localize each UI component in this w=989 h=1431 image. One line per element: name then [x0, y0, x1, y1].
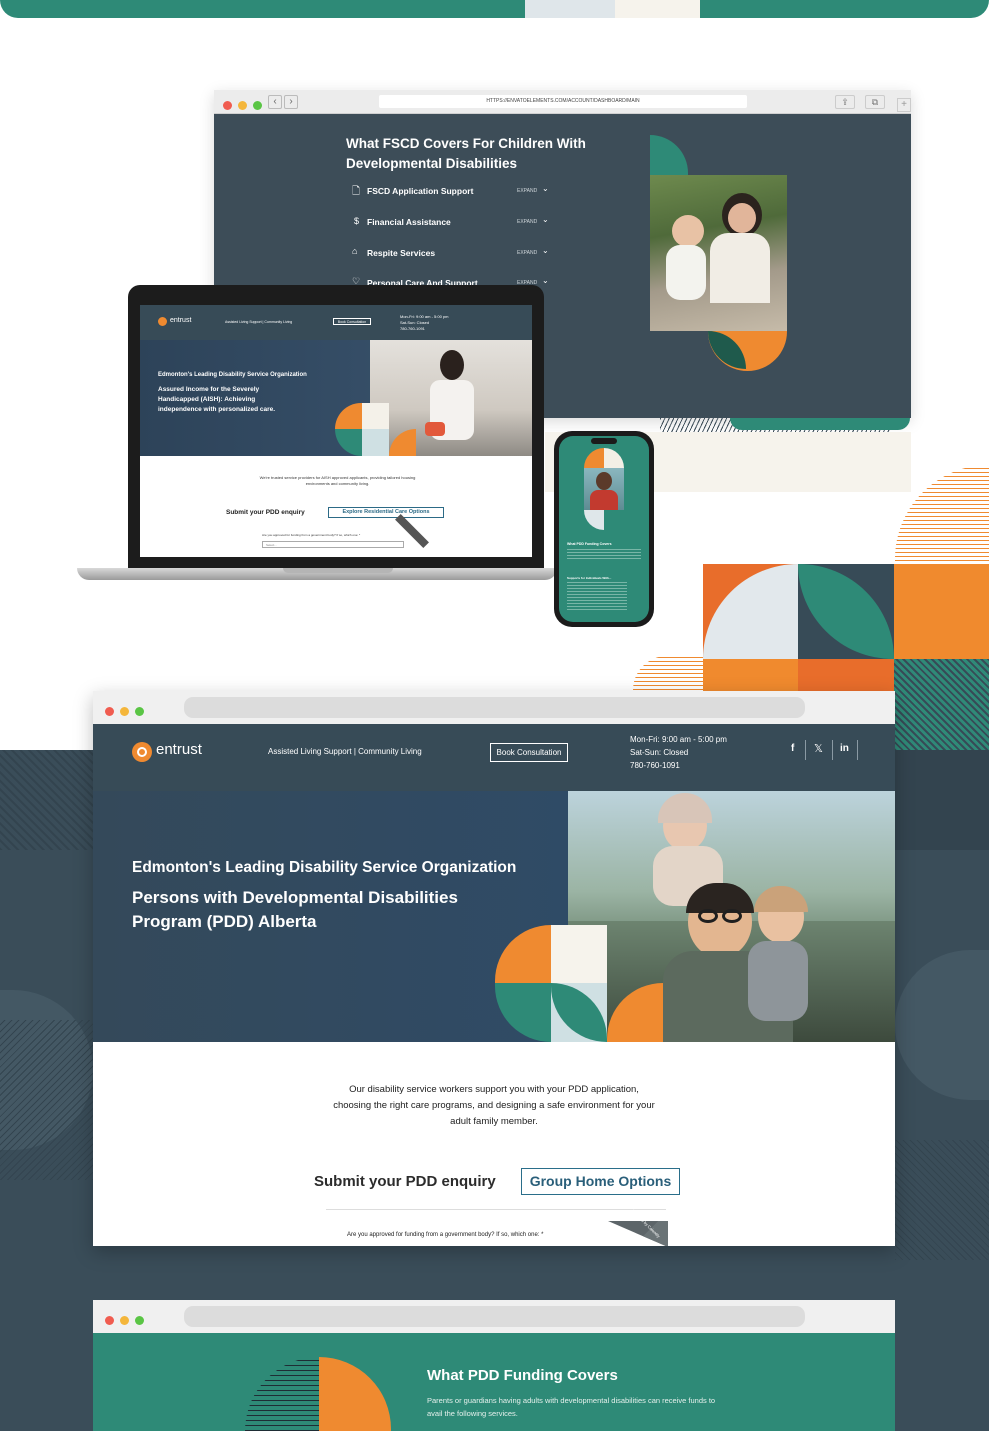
bottom-browser-window: What PDD Funding Covers Parents or guard… — [93, 1300, 895, 1431]
hero-eyebrow: Edmonton's Leading Disability Service Or… — [158, 372, 307, 378]
pdd-funding-title: What PDD Funding Covers — [427, 1367, 618, 1384]
decor-shape — [650, 135, 688, 175]
pdd-funding-line2: avail the following services. — [427, 1409, 518, 1418]
new-tab-button[interactable]: + — [897, 98, 911, 112]
address-bar[interactable]: HTTPS://ENVATOELEMENTS.COM/ACCOUNT/DASHB… — [379, 95, 747, 108]
funding-question: Are you approved for funding from a gove… — [262, 533, 361, 537]
main-browser-chrome — [93, 691, 895, 724]
address-bar[interactable] — [184, 697, 805, 718]
bottom-browser-chrome — [93, 1300, 895, 1333]
mother-baby-photo — [650, 175, 787, 331]
hero-headline-line2: Program (PDD) Alberta — [132, 912, 317, 931]
site-header: entrust Assisted Living Support | Commun… — [93, 724, 895, 791]
submit-enquiry-heading: Submit your PDD enquiry — [314, 1173, 496, 1190]
phone-title: What PDD Funding Covers — [567, 542, 612, 546]
nav-links[interactable]: Assisted Living Support | Community Livi… — [225, 320, 292, 324]
phone-screen: What PDD Funding Covers Supports for Ind… — [559, 436, 649, 622]
book-consultation-button[interactable]: Book Consultation — [333, 318, 371, 325]
decor-stripes — [245, 1357, 319, 1431]
expand-label[interactable]: EXPAND — [517, 188, 537, 194]
fscd-item-3[interactable]: ⌂ Respite Services EXPAND ⌄ — [352, 246, 552, 260]
family-photo — [568, 791, 895, 1042]
intro-line-3: adult family member. — [450, 1116, 538, 1127]
hero-section: Edmonton's Leading Disability Service Or… — [93, 791, 895, 1042]
hero-headline-line1: Persons with Developmental Disabilities — [132, 888, 458, 907]
intro-line-2: choosing the right care programs, and de… — [333, 1100, 655, 1111]
logo-text: entrust — [170, 317, 192, 324]
form-divider — [326, 1209, 666, 1210]
chevron-down-icon: ⌄ — [542, 215, 549, 224]
item-label: FSCD Application Support — [367, 186, 474, 196]
intro-line-1: Our disability service workers support y… — [349, 1084, 639, 1095]
main-browser-window: entrust Assisted Living Support | Commun… — [93, 691, 895, 1246]
explore-residential-button[interactable]: Explore Residential Care Options — [328, 507, 444, 518]
laptop-screen: entrust Assisted Living Support | Commun… — [140, 305, 532, 557]
intro-text: We're trusted service providers for AISH… — [259, 475, 416, 486]
chevron-down-icon: ⌄ — [542, 246, 549, 255]
decor-stripes — [633, 656, 703, 690]
decor-shape — [319, 1357, 391, 1431]
decor-shape — [730, 418, 910, 430]
share-icon[interactable]: ⇪ — [835, 95, 855, 109]
expand-label[interactable]: EXPAND — [517, 250, 537, 256]
tabs-icon[interactable]: ⧉ — [865, 95, 885, 109]
phone-text: 780-760-1091 — [400, 326, 425, 331]
expand-label[interactable]: EXPAND — [517, 219, 537, 225]
hero-headline: Assured Income for the Severely Handicap… — [158, 386, 276, 413]
man-photo — [584, 468, 624, 510]
weekend-text: Sat-Sun: Closed — [400, 320, 430, 325]
back-button[interactable]: ‹ — [268, 95, 282, 109]
top-browser-chrome: ‹ › HTTPS://ENVATOELEMENTS.COM/ACCOUNT/D… — [214, 90, 911, 114]
logo-text[interactable]: entrust — [156, 741, 202, 758]
document-icon: 🗋 — [352, 186, 361, 197]
hours-text: Mon-Fri: 9:00 am - 5:00 pm — [400, 314, 449, 319]
fscd-item-2[interactable]: $ Financial Assistance EXPAND ⌄ — [352, 215, 552, 229]
submit-enquiry-heading: Submit your PDD enquiry — [226, 509, 305, 516]
entrust-logo-icon — [158, 317, 167, 326]
phone-section: Supports for Individuals With... — [567, 576, 612, 580]
laptop-mockup: entrust Assisted Living Support | Commun… — [128, 285, 544, 571]
hero-eyebrow: Edmonton's Leading Disability Service Or… — [132, 859, 517, 876]
phone-mockup: What PDD Funding Covers Supports for Ind… — [554, 431, 654, 627]
weekend-text: Sat-Sun: Closed — [630, 748, 689, 757]
forward-button[interactable]: › — [284, 95, 298, 109]
dollar-icon: $ — [354, 216, 360, 226]
pdd-funding-line1: Parents or guardians having adults with … — [427, 1396, 716, 1405]
entrust-logo-icon[interactable] — [132, 742, 152, 762]
phone-text: 780-760-1091 — [630, 761, 680, 770]
fscd-item-1[interactable]: 🗋 FSCD Application Support EXPAND ⌄ — [352, 184, 552, 198]
home-icon: ⌂ — [352, 246, 358, 256]
funding-select[interactable]: Select... — [262, 541, 404, 548]
hours-text: Mon-Fri: 9:00 am - 5:00 pm — [630, 735, 727, 744]
funding-question: Are you approved for funding from a gove… — [347, 1232, 544, 1238]
item-label: Financial Assistance — [367, 217, 451, 227]
address-bar[interactable] — [184, 1306, 805, 1327]
item-label: Respite Services — [367, 248, 436, 258]
laptop-notch — [283, 568, 393, 573]
nav-links[interactable]: Assisted Living Support | Community Livi… — [268, 747, 422, 756]
chevron-down-icon: ⌄ — [542, 276, 549, 285]
linkedin-icon[interactable]: in — [840, 743, 849, 754]
group-home-options-button[interactable]: Group Home Options — [521, 1168, 680, 1195]
top-decor-strip — [0, 0, 989, 18]
book-consultation-button[interactable]: Book Consultation — [490, 743, 568, 762]
chevron-down-icon: ⌄ — [542, 184, 549, 193]
x-twitter-icon[interactable]: 𝕏 — [814, 742, 823, 755]
fscd-title: What FSCD Covers For Children With Devel… — [346, 136, 586, 171]
facebook-icon[interactable]: f — [791, 743, 794, 754]
